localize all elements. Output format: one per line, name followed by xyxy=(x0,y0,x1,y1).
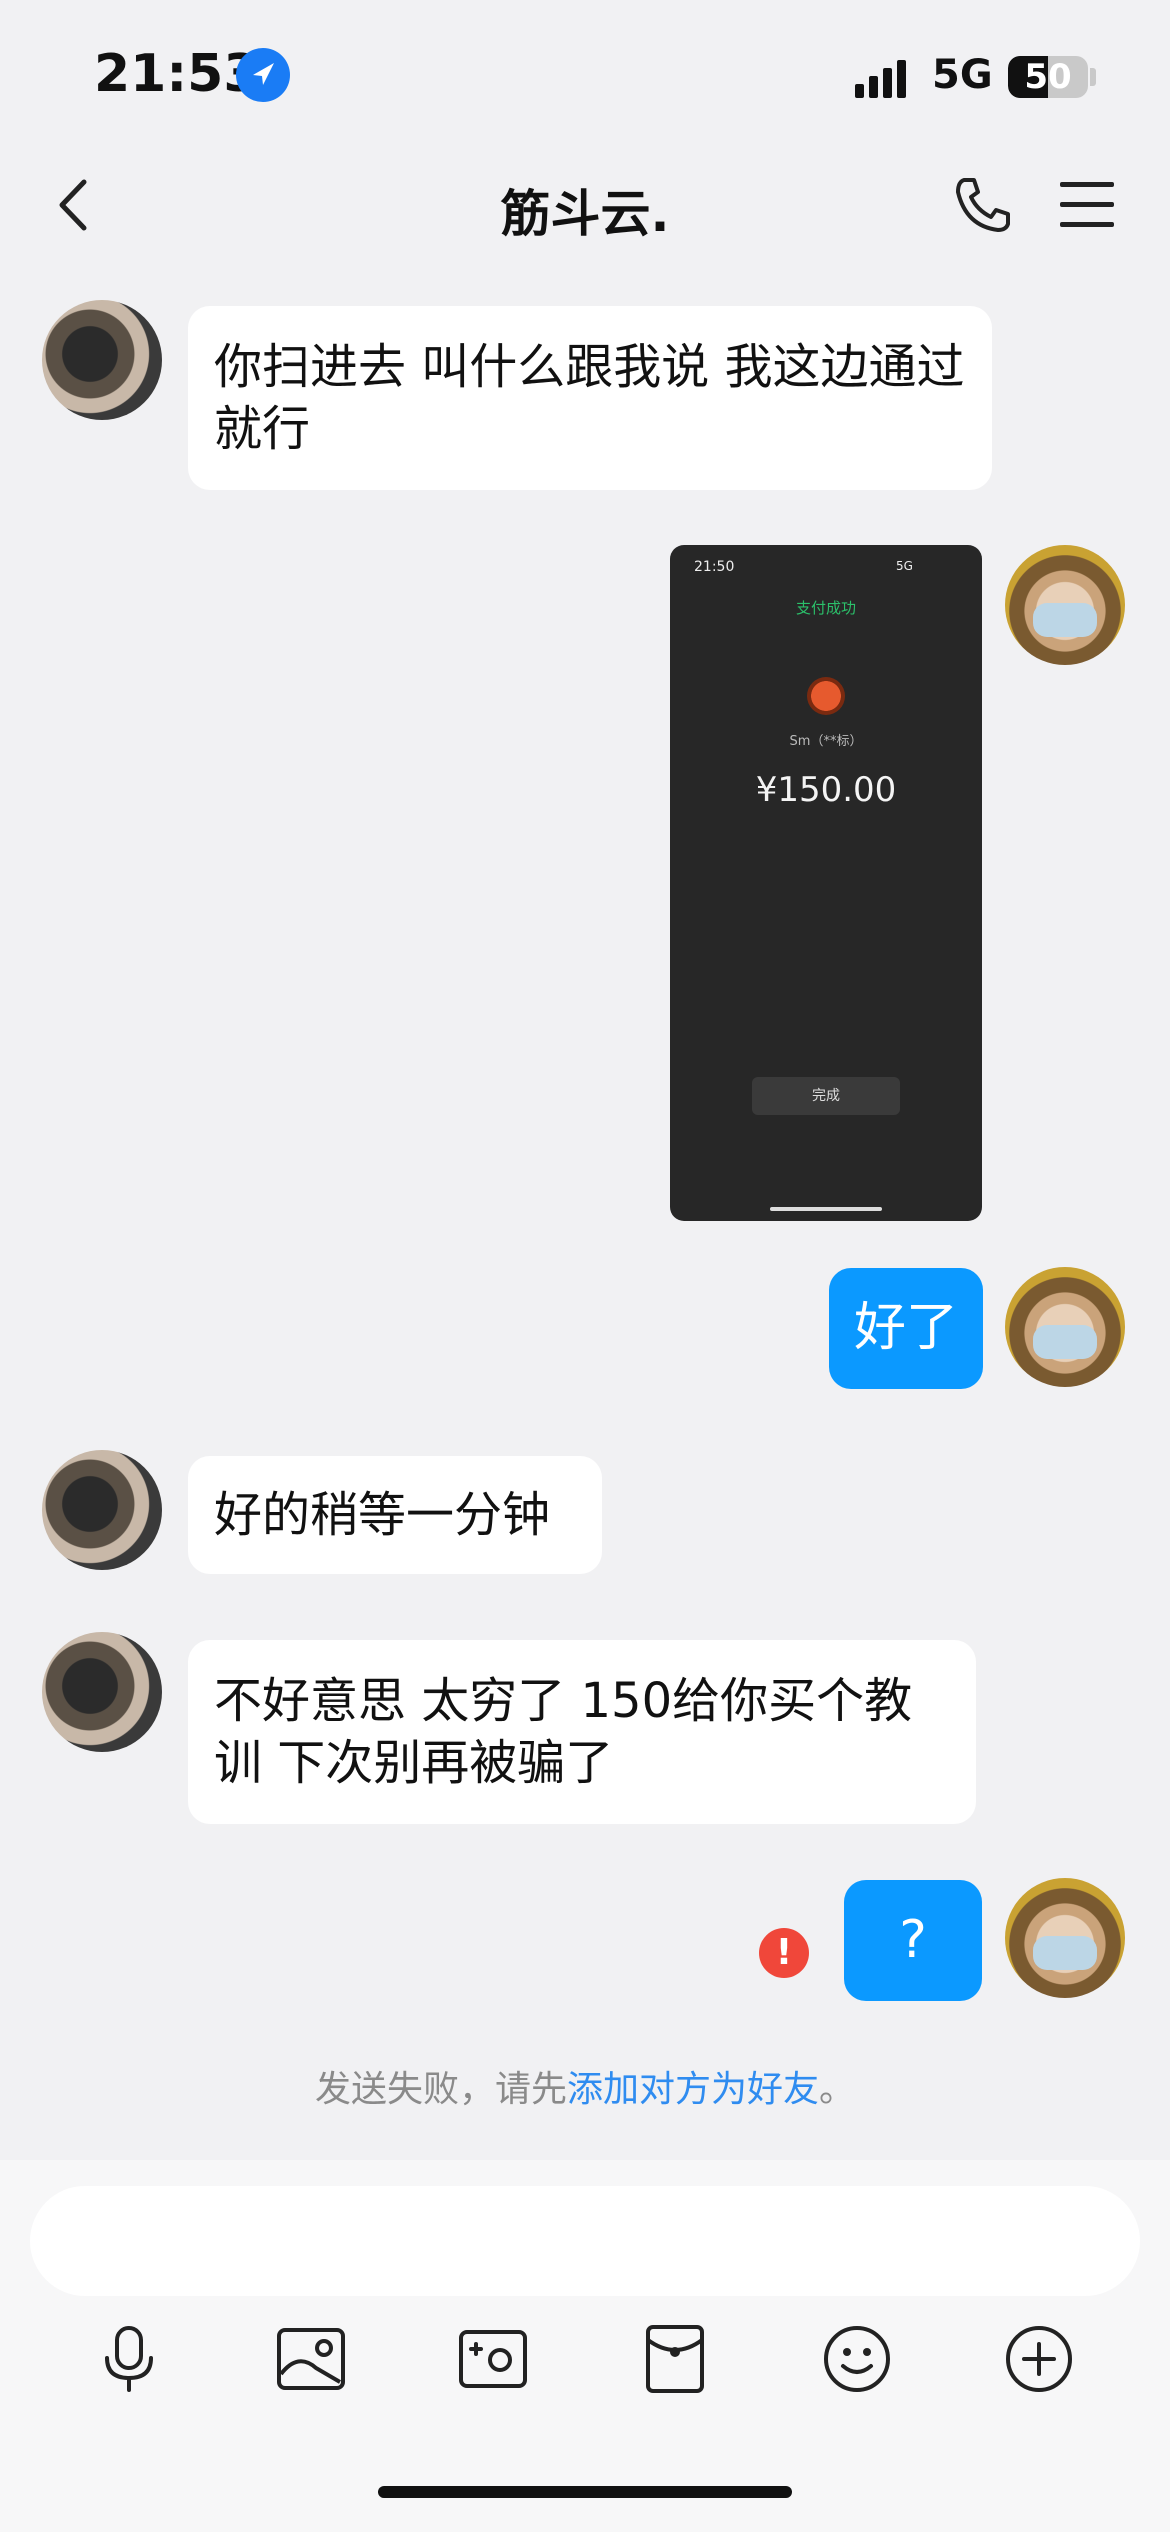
send-failed-icon[interactable]: ! xyxy=(759,1928,809,1978)
menu-icon[interactable] xyxy=(1058,178,1116,232)
payment-screenshot-image[interactable]: 21:50 5G 支付成功 Sm（**标） ¥150.00 完成 xyxy=(670,545,982,1221)
status-time: 21:53 xyxy=(94,44,260,104)
home-indicator xyxy=(378,2486,792,2498)
screenshot-success-label: 支付成功 xyxy=(795,599,856,617)
battery-tip xyxy=(1090,68,1096,86)
add-friend-link[interactable]: 添加对方为好友 xyxy=(567,2069,819,2110)
chat-title: 筋斗云. xyxy=(500,185,670,243)
contact-avatar[interactable] xyxy=(42,1632,162,1752)
message-bubble-outgoing[interactable]: 好了 xyxy=(829,1268,983,1389)
screenshot-status: 5G xyxy=(896,559,913,573)
red-packet-icon[interactable] xyxy=(638,2322,712,2396)
message-bubble-incoming[interactable]: 好的稍等一分钟 xyxy=(188,1456,602,1574)
signal-bars-icon xyxy=(855,58,915,98)
my-avatar[interactable] xyxy=(1005,1878,1125,1998)
send-failed-notice: 发送失败，请先添加对方为好友。 xyxy=(0,2060,1170,2112)
screenshot-amount: ¥150.00 xyxy=(755,770,897,810)
message-input[interactable] xyxy=(30,2186,1140,2296)
screenshot-done-button: 完成 xyxy=(752,1077,900,1115)
message-bubble-outgoing[interactable]: ? xyxy=(844,1880,982,2001)
phone-icon[interactable] xyxy=(950,172,1016,238)
battery-icon: 50 xyxy=(1008,56,1088,98)
my-avatar[interactable] xyxy=(1005,1267,1125,1387)
plus-icon[interactable] xyxy=(1002,2322,1076,2396)
network-label: 5G xyxy=(932,52,993,98)
send-failed-suffix: 。 xyxy=(819,2069,856,2110)
message-bubble-incoming[interactable]: 你扫进去 叫什么跟我说 我这边通过就行 xyxy=(188,306,992,490)
screenshot-payee-name: Sm（**标） xyxy=(789,734,863,749)
screenshot-payee-avatar xyxy=(807,677,845,715)
screenshot-home-indicator xyxy=(770,1207,882,1211)
my-avatar[interactable] xyxy=(1005,545,1125,665)
emoji-icon[interactable] xyxy=(820,2322,894,2396)
back-button[interactable] xyxy=(48,170,98,240)
battery-level: 50 xyxy=(1024,57,1072,97)
image-icon[interactable] xyxy=(274,2322,348,2396)
send-failed-prefix: 发送失败，请先 xyxy=(314,2069,567,2110)
contact-avatar[interactable] xyxy=(42,300,162,420)
message-bubble-incoming[interactable]: 不好意思 太穷了 150给你买个教训 下次别再被骗了 xyxy=(188,1640,976,1824)
contact-avatar[interactable] xyxy=(42,1450,162,1570)
screenshot-time: 21:50 xyxy=(694,559,735,575)
camera-icon[interactable] xyxy=(456,2322,530,2396)
microphone-icon[interactable] xyxy=(92,2322,166,2396)
location-arrow-icon xyxy=(236,48,290,102)
